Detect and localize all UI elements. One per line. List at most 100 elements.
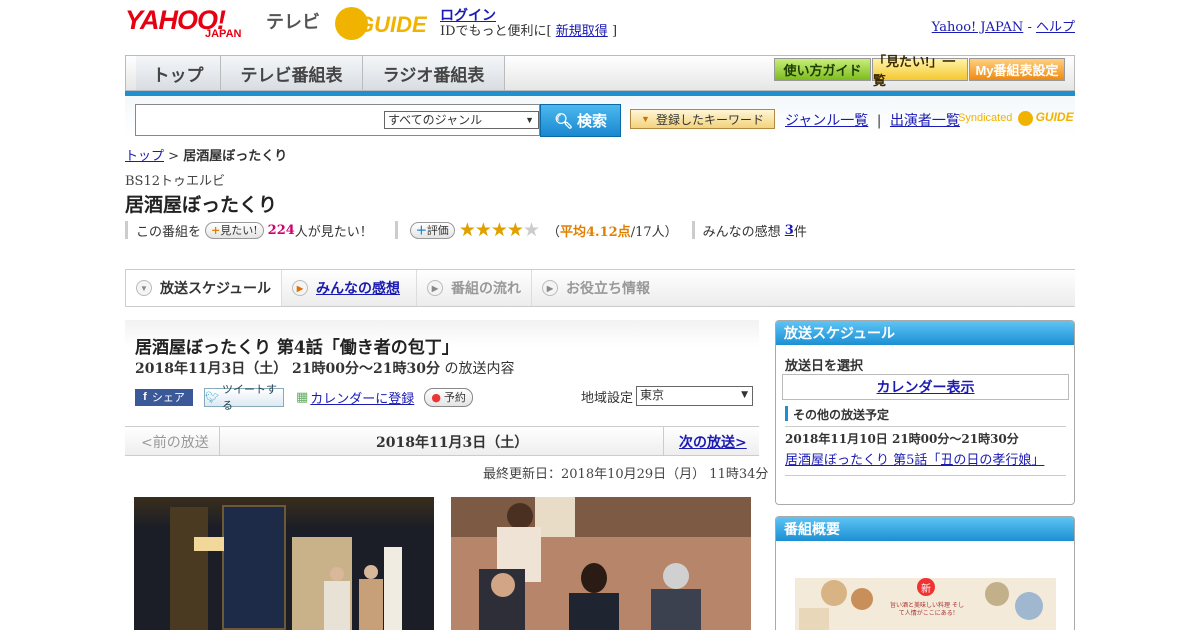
syndicated-gguide-badge: Syndicated GUIDE [958, 110, 1074, 126]
genre-select[interactable]: すべてのジャンル ▼ [384, 111, 539, 129]
calendar-display-link[interactable]: カレンダー表示 [877, 377, 975, 397]
other-broadcast-link[interactable]: 居酒屋ぼったくり 第5話「丑の日の孝行娘」 [785, 449, 1044, 468]
plus-icon: ＋ [415, 223, 427, 237]
rating-average: 平均4.12点 [560, 224, 631, 240]
reviews-count-link[interactable]: 3 [785, 223, 794, 238]
top-links-separator: - [1027, 20, 1032, 35]
chevron-right-icon: ▶ [427, 280, 443, 296]
reviews-suffix: 件 [793, 224, 807, 240]
broadcast-pager: <前の放送 2018年11月3日（土） 次の放送> [125, 426, 759, 456]
chevron-right-icon: ▶ [542, 280, 558, 296]
pager-current-date: 2018年11月3日（土） [376, 435, 529, 451]
tab-label: みんなの感想 [316, 280, 400, 296]
facebook-share-button[interactable]: f シェア [135, 388, 193, 406]
region-setting: 地域設定 東京 ▼ [581, 386, 754, 406]
yahoo-japan-link[interactable]: Yahoo! JAPAN [932, 20, 1024, 35]
tab-label: お役立ち情報 [566, 280, 650, 296]
tab-program-flow: ▶ 番組の流れ [417, 270, 532, 306]
gguide-logo[interactable]: GUIDE [335, 7, 430, 41]
divider [663, 427, 664, 455]
program-summary-panel: 番組概要 新 旨い酒と美味しい料理 そして人情がここにある! [775, 516, 1075, 630]
last-updated: 最終更新日：2018年10月29日（月） 11時34分 [483, 467, 769, 482]
tweet-button[interactable]: 🐦︎ ツイートする [204, 384, 284, 412]
select-arrow-icon: ▼ [525, 115, 534, 125]
login-prompt-text: IDでもっと便利に[ [440, 24, 552, 39]
login-prompt: IDでもっと便利に[ 新規取得 ] [440, 20, 617, 39]
reserve-button[interactable]: ● 予約 [424, 387, 473, 407]
gguide-small-text: GUIDE [1035, 110, 1074, 124]
content-tabs: ▼ 放送スケジュール ▶ みんなの感想 ▶ 番組の流れ ▶ お役立ち情報 [125, 270, 1075, 307]
divider [785, 426, 1066, 427]
signup-link[interactable]: 新規取得 [556, 24, 608, 39]
divider [394, 221, 398, 239]
nav-tab-top[interactable]: トップ [136, 56, 221, 90]
want-prefix: この番組を [136, 224, 202, 240]
plus-icon: + [211, 223, 221, 237]
calendar-register-link[interactable]: カレンダーに登録 [310, 388, 414, 407]
section-marker [785, 406, 788, 421]
genre-select-value: すべてのジャンル [388, 113, 483, 127]
program-summary-title: 番組概要 [776, 517, 1074, 541]
other-broadcast-date: 2018年11月10日 21時00分～21時30分 [785, 432, 1019, 446]
episode-datetime-row: 2018年11月3日（土） 21時00分～21時30分 の放送内容 [135, 358, 514, 378]
rating-avg-open: （ [547, 224, 561, 240]
tab-label: 番組の流れ [451, 280, 521, 296]
divider [219, 427, 220, 455]
search-button[interactable]: 🔍︎ 検索 [540, 104, 621, 137]
episode-photo-1 [134, 497, 434, 630]
region-select-value: 東京 [640, 388, 665, 402]
want-button[interactable]: +見たい! [205, 221, 264, 239]
breadcrumb-current: 居酒屋ぼったくり [183, 149, 288, 164]
tab-reviews[interactable]: ▶ みんなの感想 [282, 270, 417, 306]
rating-button[interactable]: ＋評価 [409, 221, 455, 239]
program-summary-banner: 新 旨い酒と美味しい料理 そして人情がここにある! [795, 578, 1056, 630]
twitter-icon: 🐦︎ [205, 391, 219, 404]
reserve-label: 予約 [443, 391, 466, 404]
chevron-down-icon: ▼ [136, 280, 152, 296]
rating-button-label: 評価 [426, 223, 449, 237]
facebook-icon: f [143, 391, 147, 403]
tab-useful-info: ▶ お役立ち情報 [532, 270, 662, 306]
facebook-share-label: シェア [151, 392, 185, 404]
tab-broadcast-schedule[interactable]: ▼ 放送スケジュール [125, 270, 282, 306]
rating-stars: ★★★★★ [458, 219, 540, 241]
region-label: 地域設定 [581, 390, 634, 406]
region-select[interactable]: 東京 ▼ [636, 386, 754, 406]
yahoo-japan-logo-text: JAPAN [205, 28, 242, 40]
want-suffix: 人が見たい！ [294, 224, 373, 240]
episode-datetime: 2018年11月3日（土） 21時00分～21時30分 [135, 361, 440, 377]
breadcrumb: トップ > 居酒屋ぼったくり [125, 145, 287, 164]
gguide-logo-text: GUIDE [357, 12, 427, 37]
main-nav: トップ テレビ番組表 ラジオ番組表 使い方ガイド 「見たい!」一覧 My番組表設… [125, 54, 1075, 91]
performer-list-link[interactable]: 出演者一覧 [890, 113, 960, 129]
select-arrow-icon: ▼ [741, 390, 749, 400]
nav-tab-radio-schedule[interactable]: ラジオ番組表 [363, 56, 505, 90]
tweet-label: ツイートする [221, 384, 277, 412]
guide-button[interactable]: 使い方ガイド [774, 58, 871, 81]
want-button-label: 見たい! [220, 223, 258, 237]
syndicated-label: Syndicated [958, 112, 1013, 124]
new-badge: 新 [917, 578, 935, 596]
banner-text: 旨い酒と美味しい料理 そして人情がここにある! [890, 602, 964, 617]
episode-photo-2 [451, 497, 751, 630]
select-date-label: 放送日を選択 [785, 359, 864, 374]
divider [125, 221, 128, 239]
registered-keyword-button[interactable]: ▼ 登録したキーワード [630, 109, 775, 129]
chevron-right-icon: ▶ [292, 280, 308, 296]
search-button-label: 検索 [577, 113, 608, 130]
reviews-prefix: みんなの感想 [702, 224, 781, 240]
divider [691, 221, 695, 239]
program-title: 居酒屋ぼったくり [125, 194, 278, 216]
help-link[interactable]: ヘルプ [1036, 20, 1075, 35]
calendar-display-box: カレンダー表示 [782, 374, 1069, 400]
want-count: 224 [267, 222, 295, 238]
search-icon: 🔍︎ [553, 112, 574, 130]
genre-list-link[interactable]: ジャンル一覧 [785, 113, 868, 129]
nav-tab-tv-schedule[interactable]: テレビ番組表 [221, 56, 363, 90]
top-links: Yahoo! JAPAN - ヘルプ [932, 16, 1075, 35]
my-schedule-settings-button[interactable]: My番組表設定 [969, 58, 1065, 81]
breadcrumb-home-link[interactable]: トップ [125, 149, 164, 164]
want-list-button[interactable]: 「見たい!」一覧 [872, 54, 968, 88]
next-broadcast-link[interactable]: 次の放送> [679, 432, 747, 452]
calendar-icon: ▦ [296, 389, 309, 405]
